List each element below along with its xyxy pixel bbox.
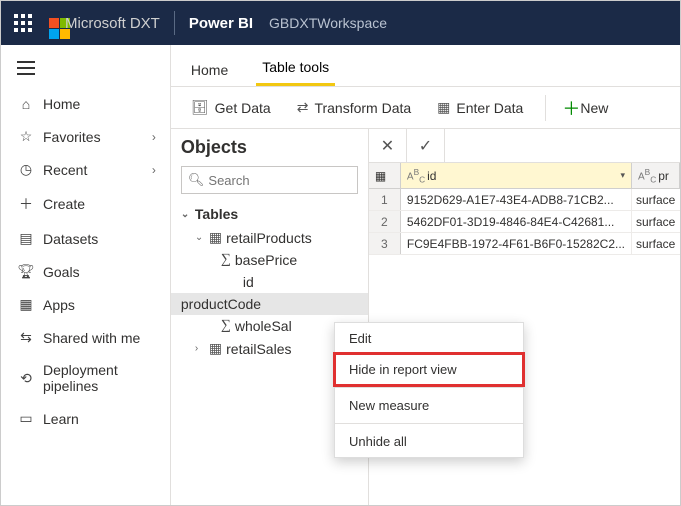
- sidebar-item-create[interactable]: ＋Create: [1, 186, 170, 222]
- sidebar-item-favorites[interactable]: ☆Favorites›: [1, 120, 170, 153]
- row-number: 3: [369, 233, 401, 254]
- sidebar-item-datasets[interactable]: ▤Datasets: [1, 222, 170, 255]
- transform-data-button[interactable]: ⇄Transform Data: [287, 95, 421, 120]
- sidebar-item-learn[interactable]: ▭Learn: [1, 402, 170, 435]
- table-icon: ▦: [209, 229, 222, 246]
- grid-icon: ▦: [437, 99, 450, 116]
- column-header-pr[interactable]: ABC pr: [632, 163, 680, 188]
- grid-header: ▦ ABC id ▾ ABC pr: [369, 163, 680, 189]
- search-field[interactable]: [208, 173, 384, 188]
- close-icon: ✕: [381, 136, 394, 156]
- table-retailproducts[interactable]: ⌄▦retailProducts: [181, 226, 358, 249]
- nav-sidebar: ⌂Home ☆Favorites› ◷Recent› ＋Create ▤Data…: [1, 45, 171, 505]
- menu-unhide-all[interactable]: Unhide all: [335, 426, 523, 457]
- type-chip: ABC: [638, 167, 656, 184]
- hamburger-icon[interactable]: [1, 51, 170, 88]
- transform-icon: ⇄: [297, 99, 309, 116]
- column-wholesale[interactable]: ∑wholeSal: [181, 315, 358, 337]
- context-menu: Edit Hide in report view New measure Unh…: [334, 322, 524, 458]
- column-id[interactable]: id: [181, 271, 358, 293]
- chevron-right-icon: ›: [152, 130, 156, 144]
- search-icon: 🔍︎: [188, 172, 205, 188]
- sigma-icon: ∑: [221, 252, 231, 268]
- row-number: 2: [369, 211, 401, 232]
- product-label: Power BI: [189, 15, 253, 32]
- menu-hide-in-report-view[interactable]: Hide in report view: [335, 354, 523, 385]
- cell-pr[interactable]: surface: [632, 233, 680, 254]
- database-icon: 🗄︎: [191, 99, 209, 116]
- table-retailsales[interactable]: ›▦retailSales: [181, 337, 358, 360]
- cell-pr[interactable]: surface: [632, 189, 680, 210]
- pipeline-icon: ⟲: [15, 370, 37, 387]
- cancel-button[interactable]: ✕: [369, 129, 407, 163]
- menu-edit[interactable]: Edit: [335, 323, 523, 354]
- tab-strip: Home Table tools: [171, 45, 680, 87]
- divider: [545, 95, 546, 121]
- search-input[interactable]: 🔍︎: [181, 166, 358, 194]
- sidebar-item-goals[interactable]: 🏆︎Goals: [1, 255, 170, 288]
- sidebar-item-apps[interactable]: ▦Apps: [1, 288, 170, 321]
- divider: [174, 11, 175, 35]
- row-header-icon[interactable]: ▦: [369, 163, 401, 188]
- cell-pr[interactable]: surface: [632, 211, 680, 232]
- microsoft-logo-icon: [49, 18, 59, 28]
- chevron-right-icon: ›: [152, 163, 156, 177]
- top-bar: Microsoft DXT Power BI GBDXTWorkspace: [1, 1, 680, 45]
- apps-icon: ▦: [15, 296, 37, 313]
- check-icon: ✓: [419, 136, 432, 156]
- tab-home[interactable]: Home: [185, 52, 234, 86]
- tables-group[interactable]: ⌄Tables: [181, 206, 358, 222]
- sidebar-item-shared[interactable]: ⇆Shared with me: [1, 321, 170, 354]
- trophy-icon: 🏆︎: [15, 263, 37, 280]
- type-chip: ABC: [407, 167, 425, 184]
- sidebar-item-pipelines[interactable]: ⟲Deployment pipelines: [1, 354, 170, 402]
- cell-id[interactable]: 5462DF01-3D19-4846-84E4-C42681...: [401, 211, 632, 232]
- dropdown-icon[interactable]: ▾: [620, 170, 625, 181]
- chevron-down-icon: ⌄: [195, 232, 209, 243]
- brand-label: Microsoft DXT: [65, 15, 160, 32]
- plus-icon: ＋: [562, 95, 580, 121]
- column-header-id[interactable]: ABC id ▾: [401, 163, 632, 188]
- table-row[interactable]: 2 5462DF01-3D19-4846-84E4-C42681... surf…: [369, 211, 680, 233]
- row-number: 1: [369, 189, 401, 210]
- confirm-button[interactable]: ✓: [407, 129, 445, 163]
- clock-icon: ◷: [15, 161, 37, 178]
- learn-icon: ▭: [15, 410, 37, 427]
- ribbon-toolbar: 🗄︎Get Data ⇄Transform Data ▦Enter Data ＋…: [171, 87, 680, 129]
- tab-table-tools[interactable]: Table tools: [256, 49, 335, 86]
- shared-icon: ⇆: [15, 329, 37, 346]
- chevron-down-icon: ⌄: [181, 209, 195, 220]
- star-icon: ☆: [15, 128, 37, 145]
- workspace-label: GBDXTWorkspace: [269, 15, 387, 31]
- enter-data-button[interactable]: ▦Enter Data: [427, 95, 533, 120]
- objects-heading: Objects: [181, 137, 358, 158]
- menu-new-measure[interactable]: New measure: [335, 390, 523, 421]
- sidebar-item-home[interactable]: ⌂Home: [1, 88, 170, 120]
- divider: [335, 387, 523, 388]
- new-button[interactable]: ＋New: [552, 91, 618, 125]
- app-launcher-icon[interactable]: [5, 5, 41, 41]
- get-data-button[interactable]: 🗄︎Get Data: [181, 95, 281, 120]
- table-row[interactable]: 3 FC9E4FBB-1972-4F61-B6F0-15282C2... sur…: [369, 233, 680, 255]
- datasets-icon: ▤: [15, 230, 37, 247]
- cell-id[interactable]: 9152D629-A1E7-43E4-ADB8-71CB2...: [401, 189, 632, 210]
- column-productcode[interactable]: productCode: [171, 293, 368, 315]
- table-icon: ▦: [209, 340, 222, 357]
- cell-id[interactable]: FC9E4FBB-1972-4F61-B6F0-15282C2...: [401, 233, 632, 254]
- objects-tree: ⌄Tables ⌄▦retailProducts ∑basePrice id p…: [181, 206, 358, 360]
- column-baseprice[interactable]: ∑basePrice: [181, 249, 358, 271]
- table-row[interactable]: 1 9152D629-A1E7-43E4-ADB8-71CB2... surfa…: [369, 189, 680, 211]
- chevron-right-icon: ›: [195, 343, 209, 354]
- sidebar-item-recent[interactable]: ◷Recent›: [1, 153, 170, 186]
- plus-icon: ＋: [15, 194, 37, 214]
- home-icon: ⌂: [15, 96, 37, 112]
- sigma-icon: ∑: [221, 318, 231, 334]
- divider: [335, 423, 523, 424]
